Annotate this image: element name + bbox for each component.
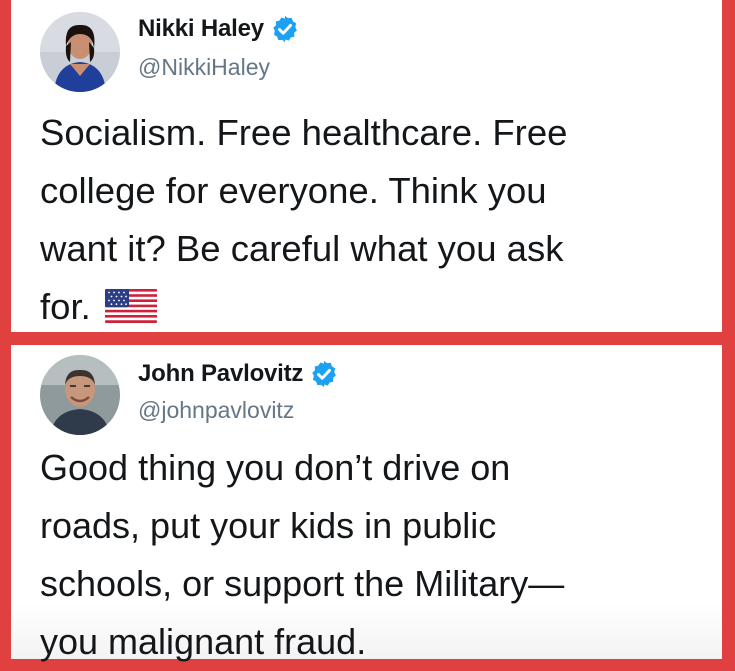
profile-photo-icon [40,355,120,435]
us-flag-icon [104,289,157,323]
tweet-card-nikki-haley: Nikki Haley @NikkiHaley Socialism. Free … [11,0,722,332]
tweet-text: Good thing you don’t drive on roads, put… [40,447,565,662]
tweet-text: Socialism. Free healthcare. Free college… [40,104,710,336]
display-name[interactable]: John Pavlovitz [138,360,303,388]
tweet-card-john-pavlovitz: John Pavlovitz @johnpavlovitz Good thing… [11,345,722,662]
avatar[interactable] [40,12,120,92]
avatar[interactable] [40,355,120,435]
display-name[interactable]: Nikki Haley [138,15,264,43]
profile-photo-icon [40,12,120,92]
verified-badge-icon [273,15,297,43]
verified-badge-icon [312,360,337,388]
handle[interactable]: @NikkiHaley [138,54,270,81]
handle[interactable]: @johnpavlovitz [138,397,294,424]
